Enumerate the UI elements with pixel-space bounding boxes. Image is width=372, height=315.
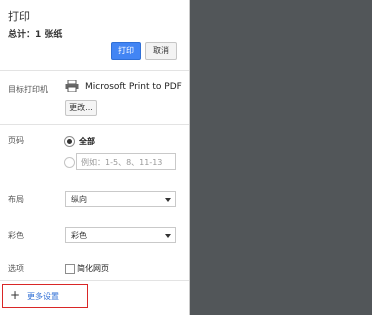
printer-icon [65, 80, 79, 92]
simplify-page-checkbox[interactable] [65, 264, 75, 274]
divider [0, 70, 189, 71]
layout-label: 布局 [8, 195, 24, 204]
change-destination-button[interactable]: 更改... [65, 100, 97, 116]
pages-label: 页码 [8, 136, 24, 145]
divider [0, 124, 189, 125]
pages-range-input[interactable]: 例如：1-5、8、11-13 [76, 153, 176, 170]
print-button[interactable]: 打印 [111, 42, 141, 60]
pages-all-radio[interactable] [64, 136, 75, 147]
layout-select[interactable]: 纵向 [65, 191, 176, 207]
color-selected-value: 彩色 [71, 231, 87, 240]
divider [0, 280, 189, 281]
chevron-down-icon [165, 234, 171, 238]
chevron-down-icon [165, 198, 171, 202]
layout-selected-value: 纵向 [71, 195, 87, 204]
dialog-title: 打印 [8, 10, 30, 23]
page-count-summary: 总计：1 张纸 [8, 30, 63, 40]
print-preview-area [190, 0, 372, 315]
print-settings-panel: 打印 总计：1 张纸 打印 取消 目标打印机 Microsoft Print t… [0, 0, 190, 315]
printer-name: Microsoft Print to PDF [85, 82, 182, 92]
pages-all-label: 全部 [79, 137, 95, 146]
more-settings-button[interactable]: + 更多设置 [2, 284, 88, 308]
pages-custom-radio[interactable] [64, 157, 75, 168]
cancel-button[interactable]: 取消 [145, 42, 177, 60]
destination-label: 目标打印机 [8, 85, 48, 94]
color-select[interactable]: 彩色 [65, 227, 176, 243]
color-label: 彩色 [8, 231, 24, 240]
simplify-page-label: 简化网页 [77, 264, 109, 273]
more-settings-label: 更多设置 [27, 292, 59, 301]
options-label: 选项 [8, 264, 24, 273]
plus-icon: + [10, 288, 21, 302]
